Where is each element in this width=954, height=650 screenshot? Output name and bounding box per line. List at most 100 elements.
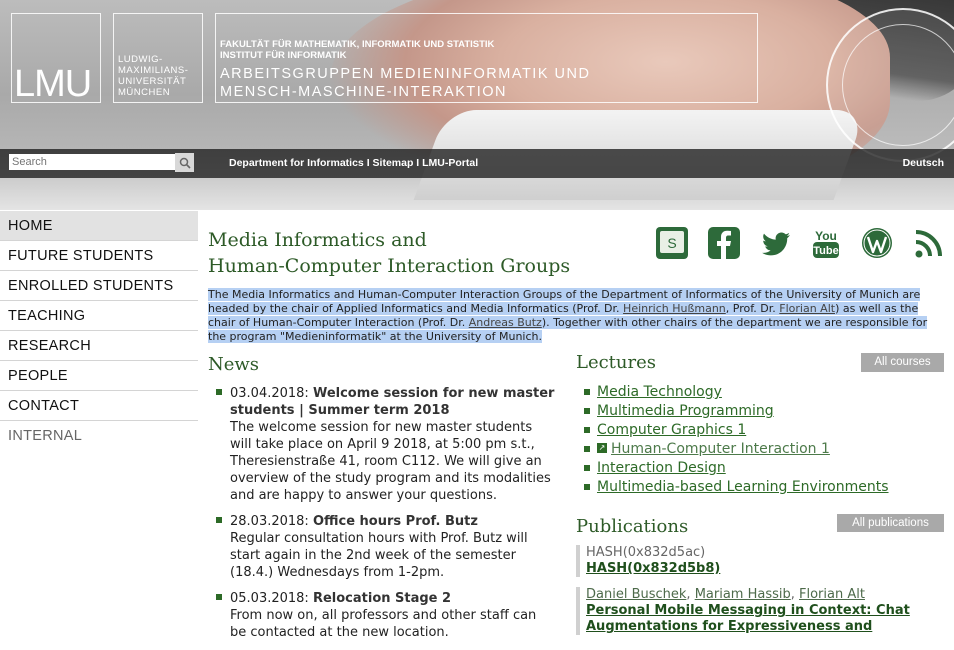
groups-line: MENSCH-MASCHINE-INTERAKTION [220,84,508,100]
lmu-logo-text: LMU [14,63,92,105]
university-name-line: UNIVERSITÄT [118,76,187,87]
bullet-icon [584,446,590,452]
sidebar-item-contact[interactable]: CONTACT [0,391,198,421]
lecture-link[interactable]: Computer Graphics 1 [597,422,746,438]
top-navbar: Department for Informatics I Sitemap I L… [0,149,954,178]
language-switch-link[interactable]: Deutsch [903,157,944,169]
lmu-logo[interactable]: LMU [11,13,101,105]
news-heading: News [208,354,260,375]
university-name-line: LUDWIG- [118,54,163,65]
page-title-line: Human-Computer Interaction Groups [208,255,571,277]
search-input[interactable] [9,154,178,170]
svg-text:Tube: Tube [813,245,838,257]
svg-text:S: S [667,235,676,251]
news-title-link[interactable]: Relocation Stage 2 [313,591,451,606]
search-icon [179,157,191,169]
wordpress-icon[interactable] [860,226,894,260]
search-button[interactable] [175,153,194,172]
faculty-name: FAKULTÄT FÜR MATHEMATIK, INFORMATIK UND … [220,39,494,61]
sidebar-nav: HOME FUTURE STUDENTS ENROLLED STUDENTS T… [0,211,198,450]
news-body: Regular consultation hours with Prof. Bu… [230,531,528,580]
external-link-icon: ↗ [597,443,607,453]
lecture-link[interactable]: Interaction Design [597,460,726,476]
lecture-link[interactable]: Media Technology [597,384,722,400]
lectures-heading: Lectures [576,352,657,373]
intro-paragraph: The Media Informatics and Human-Computer… [208,288,943,344]
person-link-hussmann[interactable]: Heinrich Hußmann [623,302,726,315]
publication-item: Daniel Buschek, Mariam Hassib, Florian A… [576,587,946,635]
slideshare-icon[interactable]: S [655,226,689,260]
page-title-line: Media Informatics and [208,229,427,251]
sidebar-item-internal[interactable]: INTERNAL [0,421,198,450]
faculty-line: FAKULTÄT FÜR MATHEMATIK, INFORMATIK UND … [220,39,495,50]
publications-heading: Publications [576,516,689,537]
list-item: Multimedia-based Learning Environments [584,478,889,497]
list-item: ↗ Human-Computer Interaction 1 [584,440,889,459]
bullet-icon [584,389,590,395]
publication-item: HASH(0x832d5ac) HASH(0x832d5b8) [576,545,946,577]
news-list: 03.04.2018: Welcome session for new mast… [216,385,556,650]
publication-authors: Daniel Buschek, Mariam Hassib, Florian A… [586,587,946,603]
person-link-butz[interactable]: Andreas Butz [468,316,542,329]
bullet-icon [216,517,222,523]
author-link[interactable]: Mariam Hassib [695,587,791,602]
faculty-box[interactable]: FAKULTÄT FÜR MATHEMATIK, INFORMATIK UND … [215,13,758,103]
bullet-icon [584,408,590,414]
list-item: Media Technology [584,383,889,402]
news-date: 05.03.2018: [230,591,309,606]
news-item: 28.03.2018: Office hours Prof. Butz Regu… [216,513,556,581]
sidebar-item-people[interactable]: PEOPLE [0,361,198,391]
bullet-icon [584,484,590,490]
news-date: 03.04.2018: [230,386,309,401]
list-item: Interaction Design [584,459,889,478]
university-name-line: MAXIMILIANS- [118,65,189,76]
page-title: Media Informatics and Human-Computer Int… [208,227,570,279]
bullet-icon [216,389,222,395]
lecture-link[interactable]: Multimedia Programming [597,403,774,419]
university-name: LUDWIG- MAXIMILIANS- UNIVERSITÄT MÜNCHEN [118,54,188,98]
news-item: 03.04.2018: Welcome session for new mast… [216,385,556,504]
author-link[interactable]: Florian Alt [799,587,865,602]
lecture-link[interactable]: Human-Computer Interaction 1 [611,441,830,457]
news-body: The welcome session for new master stude… [230,420,551,503]
intro-text: , Prof. Dr. [725,302,780,315]
list-item: Multimedia Programming [584,402,889,421]
sidebar-item-future-students[interactable]: FUTURE STUDENTS [0,241,198,271]
groups-name: ARBEITSGRUPPEN MEDIENINFORMATIK UND MENS… [220,65,590,101]
university-name-line: MÜNCHEN [118,87,171,98]
svg-text:You: You [815,229,837,243]
university-name-box[interactable]: LUDWIG- MAXIMILIANS- UNIVERSITÄT MÜNCHEN [113,13,203,103]
bullet-icon [584,427,590,433]
institute-line: INSTITUT FÜR INFORMATIK [220,50,347,61]
news-title-link[interactable]: Office hours Prof. Butz [313,514,478,529]
facebook-icon[interactable] [707,226,741,260]
publication-title-link[interactable]: Personal Mobile Messaging in Context: Ch… [586,603,946,635]
sidebar-item-enrolled-students[interactable]: ENROLLED STUDENTS [0,271,198,301]
news-date: 28.03.2018: [230,514,309,529]
sidebar-item-home[interactable]: HOME [0,211,198,241]
author-link[interactable]: Daniel Buschek [586,587,686,602]
news-body: From now on, all professors and other st… [230,608,537,640]
bullet-icon [216,594,222,600]
author-separator: , [790,587,800,602]
all-courses-button[interactable]: All courses [861,353,944,372]
publication-title-link[interactable]: HASH(0x832d5b8) [586,561,946,577]
groups-line: ARBEITSGRUPPEN MEDIENINFORMATIK UND [220,66,591,82]
lectures-list: Media Technology Multimedia Programming … [584,383,889,497]
news-item: 05.03.2018: Relocation Stage 2 From now … [216,590,556,641]
publication-authors: HASH(0x832d5ac) [586,545,706,560]
header-banner: LMU LUDWIG- MAXIMILIANS- UNIVERSITÄT MÜN… [0,0,954,210]
seal-inner-ring [842,24,954,146]
lecture-link[interactable]: Multimedia-based Learning Environments [597,479,889,495]
bullet-icon [584,465,590,471]
department-links[interactable]: Department for Informatics I Sitemap I L… [229,157,478,169]
sidebar-item-research[interactable]: RESEARCH [0,331,198,361]
sidebar-item-teaching[interactable]: TEACHING [0,301,198,331]
all-publications-button[interactable]: All publications [837,514,944,532]
author-separator: , [686,587,695,602]
twitter-icon[interactable] [759,226,793,260]
rss-icon[interactable] [912,226,946,260]
youtube-icon[interactable]: You Tube [809,226,843,260]
list-item: Computer Graphics 1 [584,421,889,440]
person-link-alt[interactable]: Florian Alt [779,302,836,315]
